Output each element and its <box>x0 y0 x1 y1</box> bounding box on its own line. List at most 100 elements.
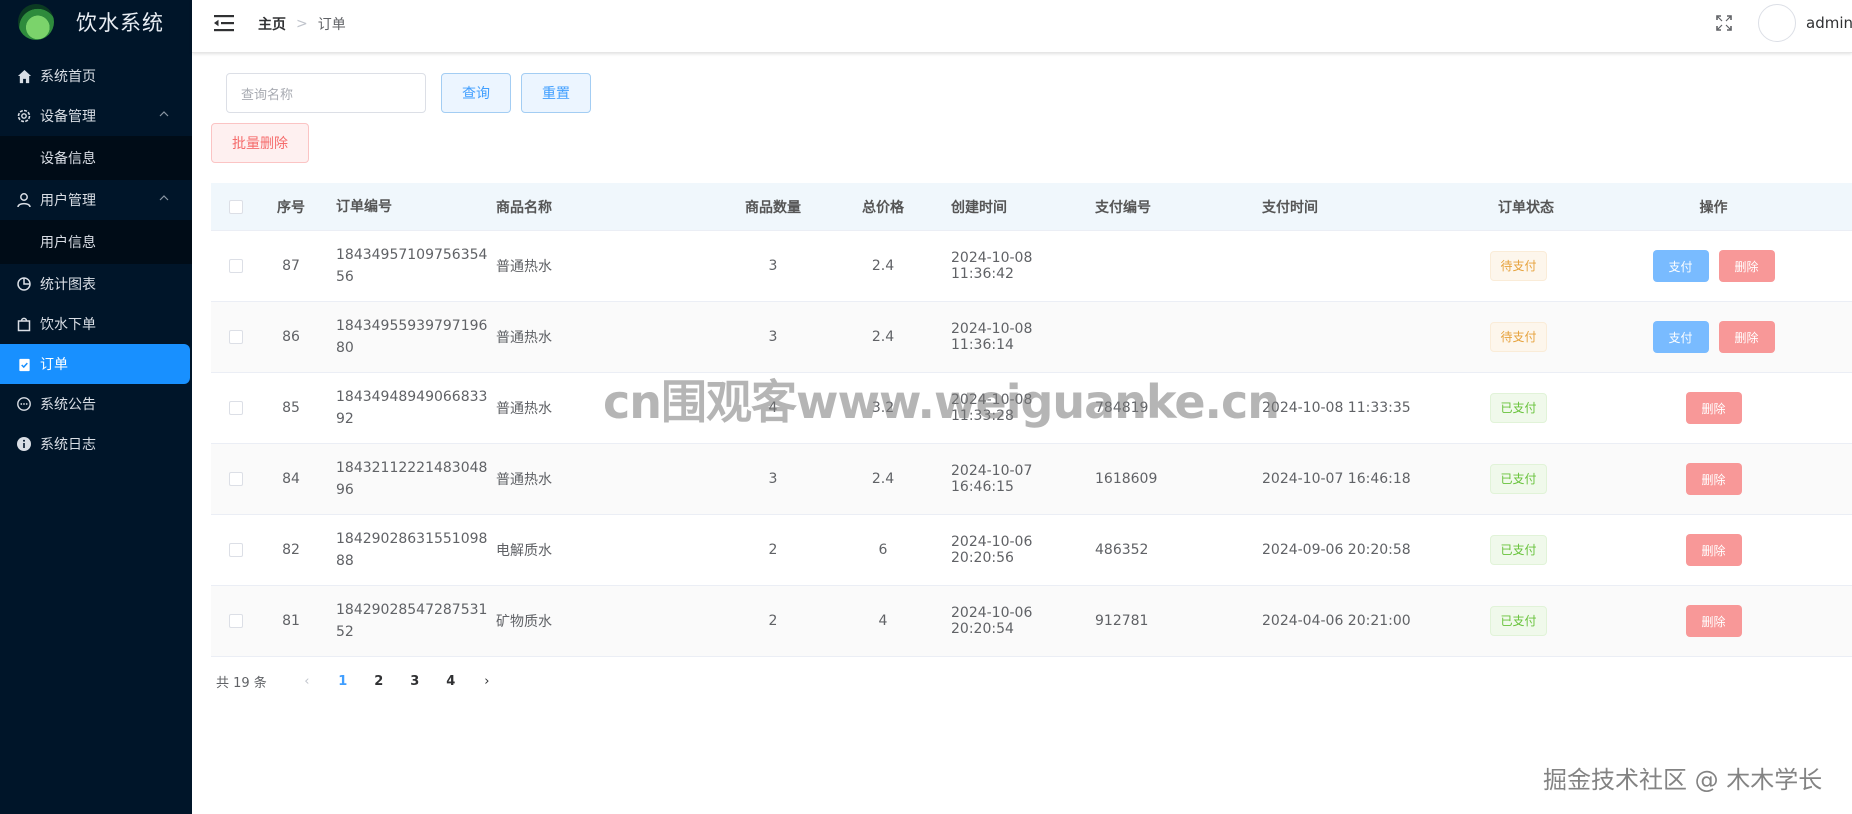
cell-pay-no: 1618609 <box>1095 471 1158 487</box>
cell-id: 85 <box>282 400 300 416</box>
breadcrumb-home[interactable]: 主页 <box>258 14 286 34</box>
table-row: 81 1842902854728753152 矿物质水 2 4 2024-10-… <box>211 586 1852 657</box>
cell-actions: 删除 <box>1571 534 1801 566</box>
breadcrumb-separator-icon: > <box>296 16 308 32</box>
delete-button[interactable]: 删除 <box>1718 250 1775 282</box>
cell-pay-time: 2024-09-06 20:20:58 <box>1262 542 1411 558</box>
reset-button[interactable]: 重置 <box>521 73 591 113</box>
cell-created: 2024-10-06 20:20:54 <box>951 605 1033 637</box>
avatar[interactable] <box>1758 4 1796 42</box>
page-button[interactable]: 4 <box>433 674 469 689</box>
cell-pay-time: 2024-10-08 11:33:35 <box>1262 400 1411 416</box>
delete-button[interactable]: 删除 <box>1685 392 1742 424</box>
cell-created: 2024-10-06 20:20:56 <box>951 534 1033 566</box>
cell-price: 6 <box>878 542 888 558</box>
cell-price: 4 <box>878 613 888 629</box>
column-header: 商品名称 <box>496 199 552 216</box>
cell-price: 2.4 <box>871 329 895 345</box>
sidebar-item-user-management[interactable]: 用户管理 <box>0 180 192 220</box>
menu-fold-icon[interactable] <box>214 14 236 32</box>
delete-button[interactable]: 删除 <box>1685 605 1742 637</box>
next-page-icon[interactable]: › <box>469 674 505 689</box>
sidebar-item-user-info[interactable]: 用户信息 <box>0 220 192 264</box>
column-header: 订单编号 <box>336 198 392 215</box>
cell-status: 已支付 <box>1421 535 1571 565</box>
row-checkbox[interactable] <box>211 614 261 628</box>
cell-actions: 删除 <box>1571 605 1801 637</box>
page-button[interactable]: 2 <box>361 674 397 689</box>
sidebar-item-home[interactable]: 系统首页 <box>0 56 192 96</box>
pie-chart-icon <box>16 276 32 292</box>
column-header: 操作 <box>1699 199 1728 216</box>
search-input[interactable]: 查询名称 <box>226 73 426 113</box>
watermark-center: cn围观客www.weiguanke.cn <box>603 375 1280 429</box>
cell-id: 86 <box>282 329 300 345</box>
batch-delete-button[interactable]: 批量删除 <box>211 123 309 163</box>
status-badge: 已支付 <box>1490 606 1547 636</box>
breadcrumb: 主页 > 订单 <box>258 14 346 34</box>
cell-product: 普通热水 <box>496 330 552 346</box>
column-header: 支付时间 <box>1262 199 1318 216</box>
chevron-up-icon <box>158 192 170 208</box>
table-header: 序号 订单编号 商品名称 商品数量 总价格 创建时间 支付编号 支付时间 订单状… <box>211 183 1852 231</box>
status-badge: 已支付 <box>1490 535 1547 565</box>
cell-qty: 3 <box>768 258 778 274</box>
cell-id: 82 <box>282 542 300 558</box>
cell-created: 2024-10-08 11:36:14 <box>951 321 1033 353</box>
cell-pay-time: 2024-04-06 20:21:00 <box>1262 613 1411 629</box>
sidebar-item-label: 饮水下单 <box>40 317 96 333</box>
page-button[interactable]: 3 <box>397 674 433 689</box>
cell-status: 已支付 <box>1421 464 1571 494</box>
delete-button[interactable]: 删除 <box>1718 321 1775 353</box>
row-checkbox[interactable] <box>211 259 261 273</box>
chat-icon <box>16 396 32 412</box>
cell-product: 电解质水 <box>496 543 552 559</box>
water-drop-logo-icon <box>18 4 54 40</box>
row-checkbox[interactable] <box>211 330 261 344</box>
column-header: 商品数量 <box>745 199 801 216</box>
sidebar-item-device-management[interactable]: 设备管理 <box>0 96 192 136</box>
sidebar-item-statistics[interactable]: 统计图表 <box>0 264 192 304</box>
sidebar-item-water-order[interactable]: 饮水下单 <box>0 304 192 344</box>
cell-qty: 2 <box>768 542 778 558</box>
cell-actions: 支付 删除 <box>1571 250 1801 282</box>
page-button[interactable]: 1 <box>325 674 361 689</box>
delete-button[interactable]: 删除 <box>1685 463 1742 495</box>
breadcrumb-current: 订单 <box>317 17 346 33</box>
select-all-checkbox[interactable] <box>211 199 261 214</box>
cell-order-no: 1842902863155109888 <box>336 531 488 569</box>
sidebar-item-label: 系统公告 <box>40 397 96 413</box>
sidebar-item-label: 系统首页 <box>40 69 96 85</box>
cell-product: 普通热水 <box>496 259 552 275</box>
sidebar-item-system-log[interactable]: 系统日志 <box>0 424 192 464</box>
table-row: 82 1842902863155109888 电解质水 2 6 2024-10-… <box>211 515 1852 586</box>
cell-price: 2.4 <box>871 258 895 274</box>
query-button[interactable]: 查询 <box>441 73 511 113</box>
sidebar-item-device-info[interactable]: 设备信息 <box>0 136 192 180</box>
status-badge: 待支付 <box>1490 322 1547 352</box>
row-checkbox[interactable] <box>211 401 261 415</box>
delete-button[interactable]: 删除 <box>1685 534 1742 566</box>
row-checkbox[interactable] <box>211 472 261 486</box>
cell-order-no: 1842902854728753152 <box>336 602 488 640</box>
prev-page-icon[interactable]: ‹ <box>289 674 325 689</box>
cell-pay-time: 2024-10-07 16:46:18 <box>1262 471 1411 487</box>
row-checkbox[interactable] <box>211 543 261 557</box>
fullscreen-icon[interactable] <box>1715 14 1733 32</box>
cell-pay-no: 912781 <box>1095 613 1149 629</box>
sidebar-item-label: 统计图表 <box>40 277 96 293</box>
top-header: 主页 > 订单 admin <box>192 0 1852 53</box>
sidebar-menu: 系统首页 设备管理 设备信息 用户管理 用户信息 统计图表 饮水下单 订单 系统… <box>0 56 192 464</box>
cell-order-no: 1843495593979719680 <box>336 318 488 356</box>
sidebar-item-orders[interactable]: 订单 <box>0 344 190 384</box>
sidebar-item-announcements[interactable]: 系统公告 <box>0 384 192 424</box>
pay-button[interactable]: 支付 <box>1652 321 1709 353</box>
chevron-up-icon <box>158 108 170 124</box>
cell-order-no: 1843494894906683392 <box>336 389 488 427</box>
pay-button[interactable]: 支付 <box>1652 250 1709 282</box>
home-icon <box>16 68 32 84</box>
cell-actions: 删除 <box>1571 463 1801 495</box>
watermark-corner: 掘金技术社区 @ 木木学长 <box>1543 766 1823 794</box>
username[interactable]: admin <box>1806 14 1852 32</box>
cell-pay-no: 486352 <box>1095 542 1149 558</box>
